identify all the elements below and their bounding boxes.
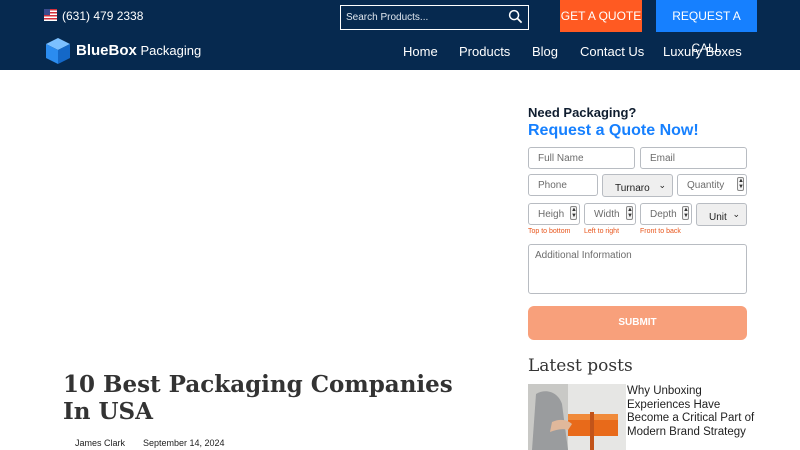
site-header: (631) 479 2338 GET A QUOTE REQUEST A CAL… <box>0 0 800 70</box>
brand-name-bold: BlueBox <box>76 42 137 59</box>
form-subheading: Request a Quote Now! <box>528 122 699 139</box>
phone-number[interactable]: (631) 479 2338 <box>62 8 143 24</box>
turnaround-value: Turnaro <box>615 183 650 194</box>
search-icon[interactable] <box>508 9 523 24</box>
width-stepper[interactable]: ▲▼ <box>584 203 636 225</box>
get-quote-button[interactable]: GET A QUOTE <box>560 0 642 32</box>
search-box <box>340 5 529 30</box>
phone-field[interactable] <box>528 174 598 196</box>
latest-post-link[interactable]: Why Unboxing Experiences Have Become a C… <box>627 385 757 439</box>
brand-logo[interactable]: BlueBox Packaging <box>76 43 201 59</box>
height-stepper[interactable]: ▲▼ <box>528 203 580 225</box>
latest-post-thumbnail[interactable] <box>528 384 626 450</box>
chevron-down-icon: ⌄ <box>658 180 666 190</box>
box-logo-icon[interactable] <box>44 37 72 65</box>
post-title: 10 Best Packaging Companies In USA <box>63 371 453 425</box>
chevron-down-icon: ⌄ <box>732 209 740 219</box>
nav-luxury-boxes[interactable]: Luxury Boxes <box>663 44 742 60</box>
additional-info-field[interactable] <box>528 244 747 294</box>
nav-contact-us[interactable]: Contact Us <box>580 44 644 60</box>
submit-button[interactable]: SUBMIT <box>528 306 747 340</box>
latest-posts-heading: Latest posts <box>528 356 633 376</box>
email-field[interactable] <box>640 147 747 169</box>
nav-home[interactable]: Home <box>403 44 438 60</box>
height-spinner-icon[interactable]: ▲ ▼ <box>570 206 577 220</box>
post-author[interactable]: James Clark <box>75 438 125 448</box>
height-hint: Top to bottom <box>528 228 571 235</box>
post-date: September 14, 2024 <box>143 438 225 448</box>
form-heading: Need Packaging? <box>528 105 637 120</box>
unit-value: Unit <box>709 212 727 223</box>
unit-select[interactable]: Unit ⌄ <box>696 203 747 226</box>
request-call-button[interactable]: REQUEST A CALL <box>656 0 757 55</box>
depth-spinner-icon[interactable]: ▲ ▼ <box>682 206 689 220</box>
depth-stepper[interactable]: ▲▼ <box>640 203 692 225</box>
brand-name-rest: Packaging <box>140 43 202 58</box>
quantity-spinner-icon[interactable]: ▲ ▼ <box>737 177 744 191</box>
nav-blog[interactable]: Blog <box>532 44 558 60</box>
turnaround-select[interactable]: Turnaro ⌄ <box>602 174 673 197</box>
width-spinner-icon[interactable]: ▲ ▼ <box>626 206 633 220</box>
search-input[interactable] <box>346 6 501 29</box>
depth-hint: Front to back <box>640 228 681 235</box>
full-name-field[interactable] <box>528 147 635 169</box>
us-flag-icon <box>44 9 57 21</box>
nav-products[interactable]: Products <box>459 44 510 60</box>
width-hint: Left to right <box>584 228 620 235</box>
quantity-stepper[interactable]: ▲▼ <box>677 174 747 196</box>
